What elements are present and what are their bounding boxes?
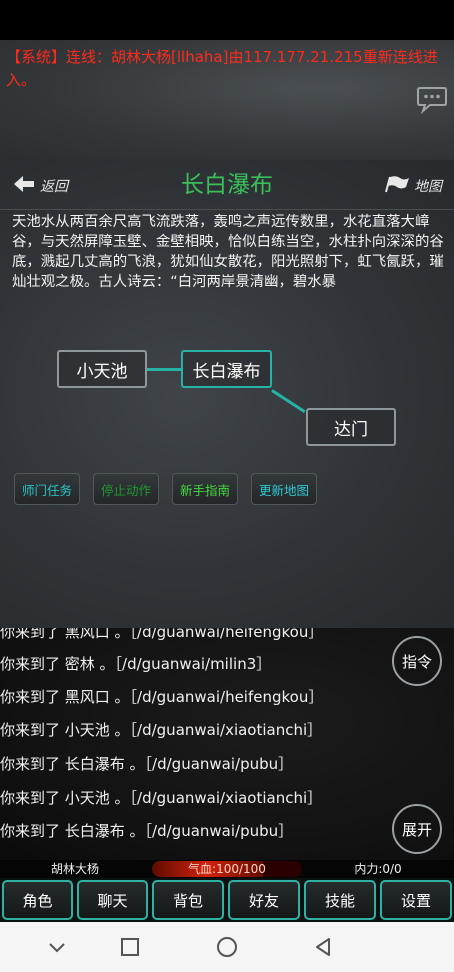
log-line: 你来到了 长白瀑布 。［/d/guanwai/pubu］: [0, 822, 294, 840]
menu-settings-button[interactable]: 设置: [380, 880, 452, 920]
map-path-line: [147, 368, 181, 371]
stop-action-button[interactable]: 停止动作: [93, 473, 159, 505]
room-description: 天池水从两百余尺高飞流跌落，轰鸣之声远传数里，水花直落大嶂谷，与天然屏障玉壁、金…: [12, 214, 444, 290]
room-panel: 返回 长白瀑布 地图 天池水从两百余尺高飞流跌落，轰鸣之声远传数里，水花直落大嶂…: [0, 160, 454, 628]
command-round-button[interactable]: 指令: [392, 636, 442, 686]
map-node-current-room[interactable]: 长白瀑布: [181, 350, 272, 388]
nav-circle-icon[interactable]: [215, 935, 239, 959]
log-line: 你来到了 黑风口 。［/d/guanwai/heifengkou］: [0, 688, 324, 706]
bottom-menu: 角色 聊天 背包 好友 技能 设置: [0, 878, 454, 922]
map-label: 地图: [414, 179, 442, 195]
log-line: 你来到了 黑风口 。［/d/guanwai/heifengkou］: [0, 628, 324, 641]
map-node-damen[interactable]: 达门: [306, 408, 396, 446]
map-path-line: [271, 389, 306, 413]
menu-role-button[interactable]: 角色: [2, 880, 73, 920]
map-node-xiaotianchi[interactable]: 小天池: [57, 350, 147, 388]
menu-skills-button[interactable]: 技能: [304, 880, 376, 920]
log-line: 你来到了 长白瀑布 。［/d/guanwai/pubu］: [0, 755, 294, 773]
menu-bag-button[interactable]: 背包: [152, 880, 224, 920]
map-button[interactable]: 地图: [384, 174, 442, 198]
chat-bubble-icon[interactable]: [416, 84, 448, 115]
menu-friends-button[interactable]: 好友: [228, 880, 300, 920]
room-header: 返回 长白瀑布 地图: [0, 160, 454, 210]
hp-bar: 气血:100/100: [152, 861, 302, 877]
update-map-button[interactable]: 更新地图: [251, 473, 317, 505]
nav-back-triangle-icon[interactable]: [311, 935, 335, 959]
expand-round-button[interactable]: 展开: [392, 804, 442, 854]
menu-chat-button[interactable]: 聊天: [77, 880, 148, 920]
newbie-guide-button[interactable]: 新手指南: [172, 473, 238, 505]
system-message: 【系统】连线：胡林大杨[llhaha]由117.177.21.215重新连线进入…: [6, 48, 438, 89]
mp-text: 内力:0/0: [354, 862, 402, 876]
system-nav-bar: [0, 922, 454, 972]
flag-icon: [384, 174, 410, 198]
message-log[interactable]: 你来到了 黑风口 。［/d/guanwai/heifengkou］ 你来到了 密…: [0, 628, 454, 860]
system-message-area: 【系统】连线：胡林大杨[llhaha]由117.177.21.215重新连线进入…: [0, 40, 454, 160]
log-line: 你来到了 小天池 。［/d/guanwai/xiaotianchi］: [0, 721, 323, 739]
shimen-task-button[interactable]: 师门任务: [14, 473, 80, 505]
player-name: 胡林大杨: [50, 862, 99, 876]
stats-bar: 胡林大杨 气血:100/100 内力:0/0: [0, 860, 454, 878]
nav-down-icon[interactable]: [45, 935, 69, 959]
nav-home-square-icon[interactable]: [118, 935, 142, 959]
log-line: 你来到了 密林 。［/d/guanwai/milin3］: [0, 655, 272, 673]
hp-text: 气血:100/100: [188, 862, 266, 876]
status-bar: [0, 0, 454, 40]
log-line: 你来到了 小天池 。［/d/guanwai/xiaotianchi］: [0, 789, 323, 807]
